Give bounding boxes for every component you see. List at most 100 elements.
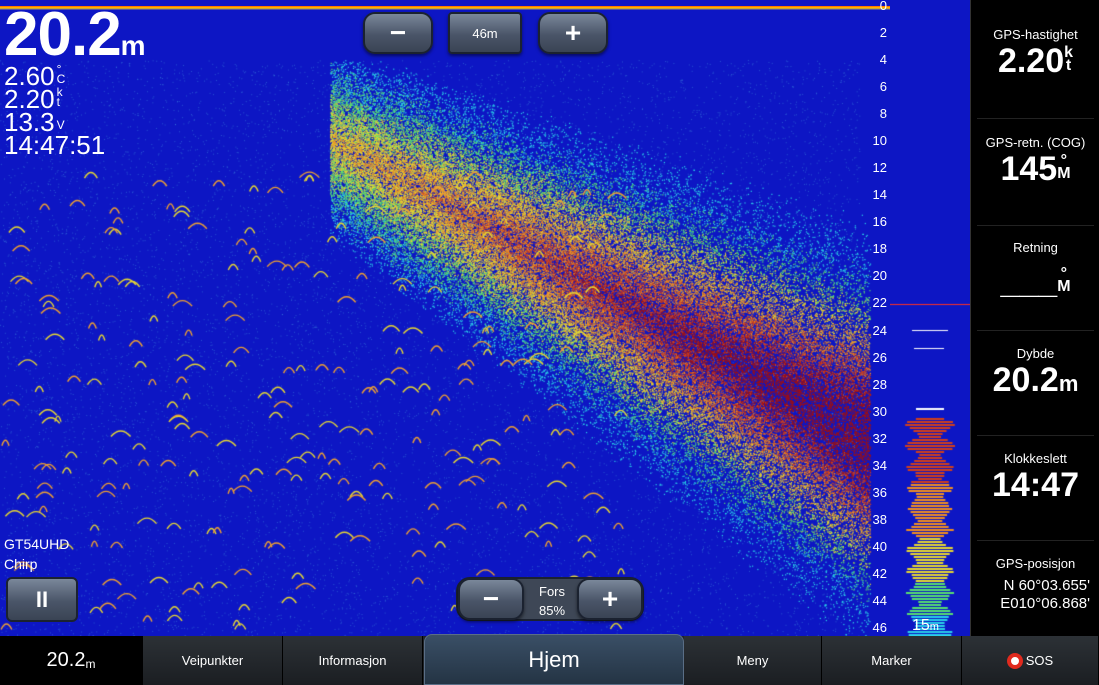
water-temp-unit-bottom: C (56, 72, 66, 86)
longitude: E010°06.868' (1000, 595, 1090, 612)
divider (977, 118, 1094, 119)
speed-unit: kt (56, 86, 63, 109)
gps-cog-unit: ° M (1057, 153, 1071, 182)
water-temp-unit: ° C (56, 63, 66, 86)
flasher-display (890, 0, 970, 636)
sos-label: SOS (1025, 653, 1054, 668)
gps-cog-unit-bottom: M (1057, 165, 1071, 182)
depth-scale-tick: 12 (872, 160, 887, 176)
depth-field-unit: m (1058, 371, 1079, 396)
data-fields-panel: GPS-hastighet 2.20k t GPS-retn. (COG) 145… (970, 0, 1099, 636)
gain-label: Fors (539, 584, 565, 599)
depth-scale-tick: 42 (872, 565, 887, 581)
pause-icon: II (35, 586, 49, 612)
gps-cog-value: 145 (1000, 150, 1058, 188)
depth-scale-tick: 16 (872, 214, 887, 230)
sos-button[interactable]: SOS (962, 636, 1099, 685)
depth-scale-tick: 14 (872, 187, 887, 203)
range-value-display[interactable]: 46m (448, 12, 522, 54)
flasher-range-unit: m (929, 621, 939, 633)
depth-scale-tick: 24 (872, 322, 887, 338)
field-value: 145 ° M (971, 150, 1099, 188)
field-label: Dybde (1016, 346, 1055, 361)
depth-field-value: 20.2 (992, 361, 1059, 399)
depth-scale-tick: 38 (872, 511, 887, 527)
home-button[interactable]: Hjem (424, 634, 684, 685)
depth-scale-tick: 2 (879, 25, 887, 41)
divider (977, 225, 1094, 226)
field-depth[interactable]: Dybde 20.2m (971, 346, 1099, 403)
depth-databar[interactable]: 20.2 m (0, 636, 143, 685)
field-label: GPS-hastighet (993, 27, 1078, 42)
databar-depth-unit: m (85, 656, 96, 671)
heading-unit: ° M (1057, 266, 1071, 295)
depth-scale-tick: 32 (872, 430, 887, 446)
flasher-column (890, 0, 970, 636)
gain-value: 85% (538, 603, 566, 618)
depth-scale-tick: 46 (872, 620, 887, 635)
depth-scale-tick: 34 (872, 457, 887, 473)
depth-scale-tick: 44 (872, 592, 887, 608)
time-readout: 14:47:51 (4, 130, 106, 160)
gain-decrease-button[interactable]: − (458, 578, 524, 620)
field-gps-cog[interactable]: GPS-retn. (COG) 145 ° M (971, 135, 1099, 188)
bottom-toolbar: 20.2 m Veipunkter Informasjon Hjem Meny M… (0, 634, 1099, 685)
waypoints-button[interactable]: Veipunkter (143, 636, 283, 685)
depth-scale-tick: 28 (872, 376, 887, 392)
depth-scale-tick: 22 (872, 295, 887, 311)
field-heading[interactable]: Retning ___ ° M (971, 240, 1099, 301)
gps-speed-unit-bottom: t (1065, 57, 1072, 74)
field-gps-speed[interactable]: GPS-hastighet 2.20k t (971, 27, 1099, 80)
depth-scale-tick: 10 (872, 133, 887, 149)
depth-scale-tick: 40 (872, 538, 887, 554)
depth-scale-tick: 8 (879, 106, 887, 122)
depth-scale-tick: 30 (872, 403, 887, 419)
sonar-mode: Chirp (4, 556, 38, 572)
sonar-view[interactable]: 0 2 4 6 8 10 12 14 16 18 20 22 24 26 28 30 32 34 36 38 40 42 4… (0, 0, 890, 636)
gain-increase-button[interactable]: + (577, 578, 643, 620)
field-value: 20.2m (971, 361, 1099, 403)
gain-readout: Fors 85% (533, 582, 571, 620)
field-label: GPS-posisjon (995, 556, 1076, 571)
voltage-unit: V (56, 118, 65, 132)
field-gps-position[interactable]: GPS-posisjon N 60°03.655' E010°06.868' (971, 556, 1099, 613)
menu-button[interactable]: Meny (684, 636, 822, 685)
lifebuoy-icon (1006, 652, 1023, 669)
depth-value: 20.2 (4, 0, 122, 69)
databar-depth-value: 20.2 (46, 649, 86, 671)
field-value: 2.20k t (971, 42, 1099, 80)
depth-scale-tick: 4 (879, 52, 887, 68)
pause-button[interactable]: II (6, 577, 78, 622)
range-zoom-in-button[interactable]: + (538, 12, 608, 54)
depth-scale-tick: 18 (872, 241, 887, 257)
field-label: Retning (1013, 240, 1058, 255)
depth-scale-tick: 0 (879, 0, 887, 13)
flasher-range-value: 15 (912, 617, 930, 634)
divider (977, 435, 1094, 436)
depth-scale-tick: 20 (872, 268, 887, 284)
gps-speed-value: 2.20 (997, 42, 1065, 80)
marker-button[interactable]: Marker (822, 636, 962, 685)
speed-unit-bottom: t (56, 95, 60, 109)
sonar-echo-display (0, 0, 890, 636)
field-value: ___ ° M (971, 263, 1099, 301)
divider (977, 330, 1094, 331)
depth-scale-tick: 6 (879, 79, 887, 95)
heading-value: ___ (1000, 263, 1058, 301)
gps-speed-unit: kt (1064, 45, 1073, 74)
depth-scale-tick: 26 (872, 349, 887, 365)
field-value: 14:47 (992, 466, 1079, 504)
field-label: Klokkeslett (1004, 451, 1067, 466)
heading-unit-bottom: M (1057, 278, 1071, 295)
latitude: N 60°03.655' (1003, 577, 1090, 594)
depth-scale: 0 2 4 6 8 10 12 14 16 18 20 22 24 26 28 30 32 34 36 38 40 42 4… (866, 0, 890, 636)
flasher-range-label: 15m (912, 617, 939, 635)
range-zoom-out-button[interactable]: − (363, 12, 433, 54)
transducer-name: GT54UHD (4, 536, 70, 552)
divider (977, 540, 1094, 541)
information-button[interactable]: Informasjon (283, 636, 423, 685)
field-label: GPS-retn. (COG) (985, 135, 1086, 150)
field-time[interactable]: Klokkeslett 14:47 (971, 451, 1099, 504)
depth-unit: m (120, 30, 146, 61)
depth-scale-tick: 36 (872, 484, 887, 500)
